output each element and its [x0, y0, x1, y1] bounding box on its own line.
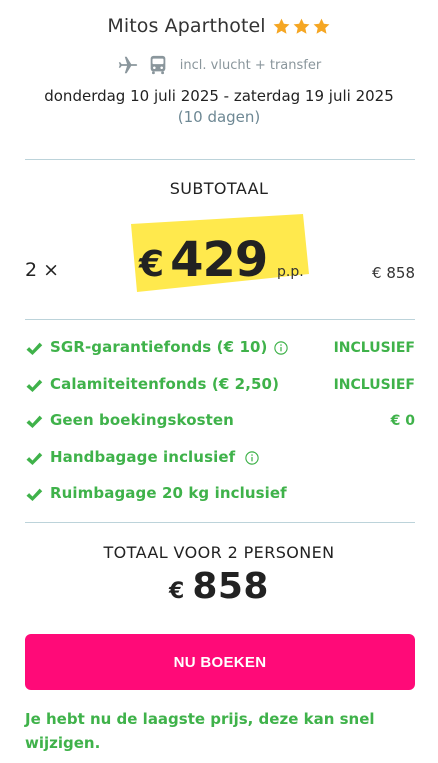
info-icon[interactable] [274, 341, 289, 355]
book-now-label: NU BOEKEN [173, 653, 267, 671]
per-person-label: p.p. [277, 264, 304, 280]
total-currency: € [169, 579, 185, 604]
divider [25, 159, 415, 160]
hotel-title-row: Mitos Aparthotel [0, 13, 438, 39]
info-icon[interactable] [245, 450, 259, 465]
quantity: 2 × [25, 259, 60, 281]
total-title: TOTAAL VOOR 2 PERSONEN [103, 543, 335, 562]
feature-status: INCLUSIEF [333, 340, 415, 356]
star-icon [273, 18, 290, 34]
check-icon [26, 379, 43, 392]
feature-item: Handbagage inclusief [25, 448, 415, 485]
feature-item: Calamiteitenfonds (€ 2,50) INCLUSIEF [25, 375, 415, 412]
check-icon [26, 342, 43, 355]
feature-label: Geen boekingskosten [50, 411, 234, 429]
bus-icon [150, 55, 166, 75]
feature-status: € 0 [390, 413, 415, 429]
transport-info: incl. vlucht + transfer [0, 53, 438, 77]
divider [25, 522, 415, 523]
total-price: € 858 [0, 566, 438, 607]
transport-text: incl. vlucht + transfer [179, 57, 322, 73]
feature-label: Ruimbagage 20 kg inclusief [50, 484, 287, 502]
hotel-name: Mitos Aparthotel [107, 15, 266, 37]
price-value: 429 [170, 232, 268, 288]
hotel-header: Mitos Aparthotel incl. vlucht + transfer… [0, 0, 438, 126]
subtotal-amount: € 858 [372, 264, 415, 282]
book-now-button[interactable]: NU BOEKEN [25, 634, 415, 690]
feature-list: SGR-garantiefonds (€ 10) INCLUSIEF Calam… [25, 338, 415, 521]
total-amount: 858 [192, 566, 269, 607]
feature-label: SGR-garantiefonds (€ 10) [50, 338, 268, 356]
feature-item: SGR-garantiefonds (€ 10) INCLUSIEF [25, 338, 415, 375]
airplane-icon [118, 56, 137, 74]
subtotal-title: SUBTOTAAL [169, 179, 269, 198]
star-icon [293, 18, 310, 34]
feature-status: INCLUSIEF [333, 376, 415, 393]
feature-label: Calamiteitenfonds (€ 2,50) [50, 374, 280, 393]
feature-label: Handbagage inclusief [50, 447, 236, 466]
feature-item: Geen boekingskosten € 0 [25, 411, 415, 448]
price-currency: € [139, 244, 165, 285]
check-icon [26, 452, 43, 465]
check-icon [26, 415, 43, 428]
price-per-person: € 429 [139, 232, 268, 288]
trip-duration: (10 dagen) [177, 108, 261, 126]
lowest-price-note: Je hebt nu de laagste prijs, deze kan sn… [25, 710, 375, 752]
hotel-rating [272, 17, 331, 36]
star-icon [313, 18, 330, 34]
price-row: 2 × € 429 p.p. € 858 [25, 212, 415, 300]
trip-dates: donderdag 10 juli 2025 - zaterdag 19 jul… [44, 87, 394, 105]
feature-item: Ruimbagage 20 kg inclusief [25, 484, 415, 521]
check-icon [26, 488, 43, 501]
divider [25, 319, 415, 320]
